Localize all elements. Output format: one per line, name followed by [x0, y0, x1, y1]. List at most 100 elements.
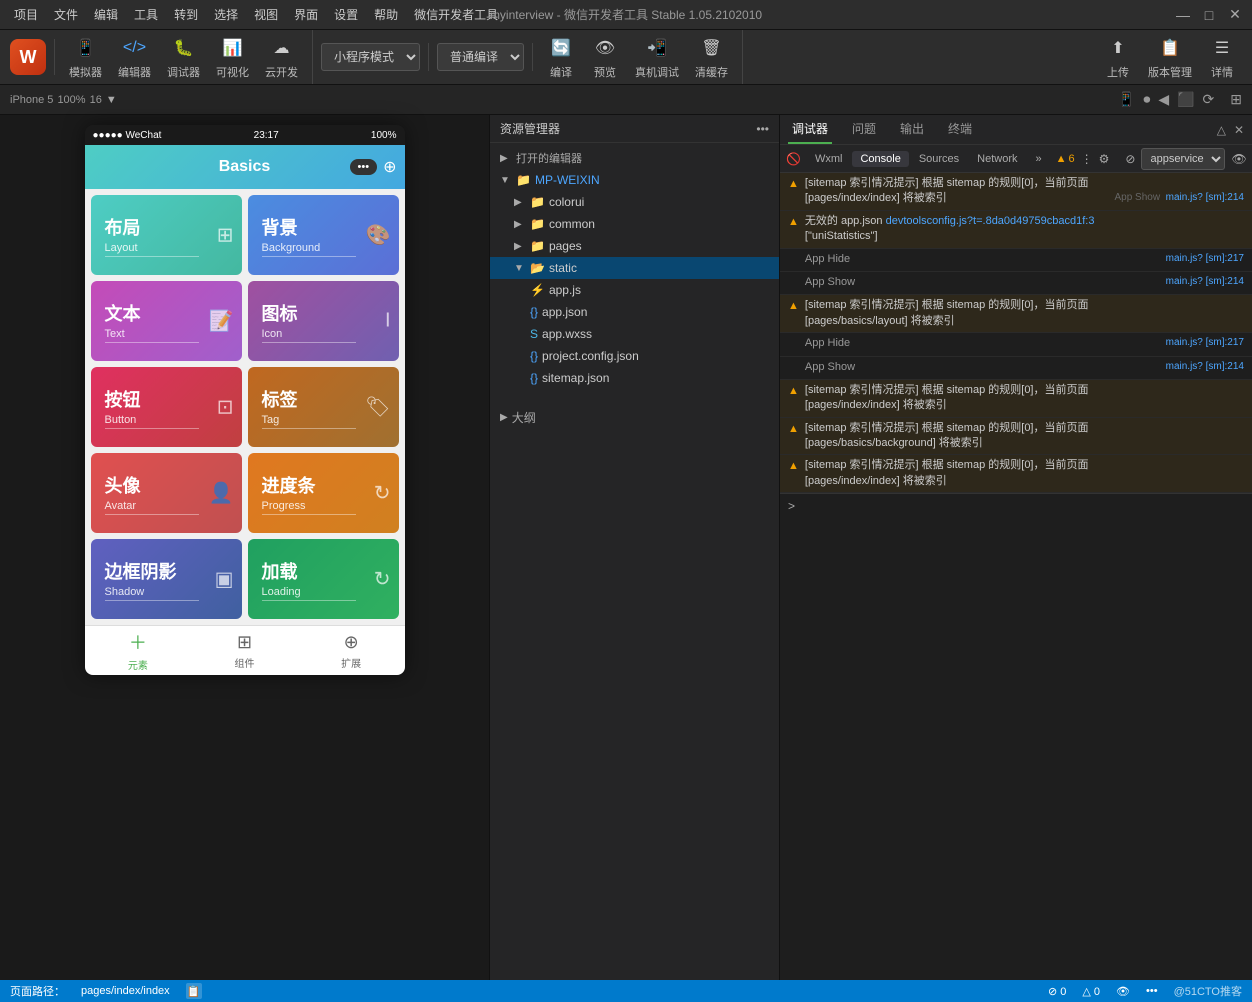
nav-components[interactable]: ⊞ 组件 [234, 632, 254, 670]
phone-icon[interactable]: 📱 [1118, 91, 1135, 108]
settings-console-button[interactable]: ⚙ [1099, 149, 1110, 169]
maximize-button[interactable]: □ [1202, 8, 1216, 22]
menu-tools[interactable]: 工具 [130, 6, 162, 23]
compile-select[interactable]: 普通编译 [437, 43, 524, 71]
filetree-more-icon[interactable]: ••• [756, 122, 769, 136]
menu-help[interactable]: 帮助 [370, 6, 402, 23]
minimize-button[interactable]: — [1176, 8, 1190, 22]
subtab-more[interactable]: » [1028, 151, 1050, 167]
more-status-icon[interactable]: ••• [1146, 985, 1158, 997]
detail-button[interactable]: ☰ 详情 [1202, 30, 1242, 84]
tree-common[interactable]: ▶ 📁 common [490, 213, 779, 235]
card-icon[interactable]: 图标 Icon I [248, 281, 399, 361]
upload-button[interactable]: ⬆ 上传 [1098, 30, 1138, 84]
eye-status-icon[interactable]: 👁 [1116, 985, 1130, 998]
card-shadow[interactable]: 边框阴影 Shadow ▣ [91, 539, 242, 619]
share-icon[interactable]: ⊕ [383, 157, 396, 177]
card-text[interactable]: 文本 Text 📝 [91, 281, 242, 361]
tab-debugger[interactable]: 调试器 [788, 115, 832, 144]
cloud-button[interactable]: ☁ 云开发 [259, 30, 304, 84]
card-loading[interactable]: 加载 Loading ↻ [248, 539, 399, 619]
tree-appjs[interactable]: ▶ ⚡ app.js [490, 279, 779, 301]
close-button[interactable]: ✕ [1228, 8, 1242, 22]
menu-interface[interactable]: 界面 [290, 6, 322, 23]
tree-pages[interactable]: ▶ 📁 pages [490, 235, 779, 257]
tab-problems[interactable]: 问题 [848, 115, 880, 144]
home-icon[interactable]: ⬛ [1177, 91, 1194, 108]
menu-project[interactable]: 项目 [10, 6, 42, 23]
menu-devtools[interactable]: 微信开发者工具 [410, 6, 502, 23]
chevron-down-icon[interactable]: ▼ [106, 94, 117, 106]
remote-debug-button[interactable]: 📲 真机调试 [629, 30, 685, 84]
card-button[interactable]: 按钮 Button ⊡ [91, 367, 242, 447]
clear-console-button[interactable]: 🚫 [786, 149, 801, 169]
card-avatar[interactable]: 头像 Avatar 👤 [91, 453, 242, 533]
tree-sitemapjson[interactable]: ▶ {} sitemap.json [490, 367, 779, 389]
menu-settings[interactable]: 设置 [330, 6, 362, 23]
menu-goto[interactable]: 转到 [170, 6, 202, 23]
preview-button[interactable]: 👁 预览 [585, 30, 625, 84]
card-layout[interactable]: 布局 Layout ⊞ [91, 195, 242, 275]
editor-button[interactable]: </> 编辑器 [112, 30, 157, 84]
titlebar-wincontrols[interactable]: — □ ✕ [1176, 8, 1242, 22]
card-layout-icon: ⊞ [217, 223, 234, 248]
card-text-zh: 文本 [105, 300, 141, 326]
clear-cache-button[interactable]: 🗑 清缓存 [689, 30, 734, 84]
debugger-icon: 🐛 [170, 34, 198, 62]
compile-button[interactable]: 🔄 编译 [541, 30, 581, 84]
subtab-console[interactable]: Console [852, 151, 908, 167]
menu-select[interactable]: 选择 [210, 6, 242, 23]
log-source[interactable]: main.js? [sm]:217 [1166, 336, 1244, 350]
card-icon-en: Icon [262, 328, 357, 343]
warn-icon: ▲ [788, 459, 799, 489]
card-background[interactable]: 背景 Background 🎨 [248, 195, 399, 275]
subtab-network[interactable]: Network [969, 151, 1025, 167]
log-source[interactable]: main.js? [sm]:214 [1166, 275, 1244, 289]
console-input[interactable] [799, 500, 1244, 512]
phone-header: Basics ••• ⊕ [85, 145, 405, 189]
rotate-icon[interactable]: ⟳ [1203, 91, 1215, 108]
record-icon[interactable]: ⏺ [1143, 91, 1150, 108]
menu-edit[interactable]: 编辑 [90, 6, 122, 23]
log-source[interactable]: App Show main.js? [sm]:214 [1114, 191, 1244, 205]
folder-static-icon: 📂 [530, 261, 545, 275]
subtab-wxml[interactable]: Wxml [807, 151, 851, 167]
debugger-button[interactable]: 🐛 调试器 [161, 30, 206, 84]
tree-static[interactable]: ▼ 📂 static [490, 257, 779, 279]
card-tag[interactable]: 标签 Tag 🏷 [248, 367, 399, 447]
more-icon[interactable]: ••• [350, 159, 378, 175]
tree-appjson[interactable]: ▶ {} app.json [490, 301, 779, 323]
devtools-controls[interactable]: △ ✕ [1217, 123, 1244, 137]
tree-appwxss[interactable]: ▶ S app.wxss [490, 323, 779, 345]
nav-extensions[interactable]: ⊕ 扩展 [341, 632, 361, 670]
tree-root[interactable]: ▼ 📁 MP-WEIXIN [490, 169, 779, 191]
layout-icon[interactable]: ⊞ [1230, 91, 1242, 108]
version-button[interactable]: 📋 版本管理 [1142, 30, 1198, 84]
tab-terminal[interactable]: 终端 [944, 115, 976, 144]
close-devtools-icon[interactable]: ✕ [1234, 123, 1244, 137]
back-icon[interactable]: ◀ [1158, 91, 1169, 108]
menu-file[interactable]: 文件 [50, 6, 82, 23]
outline-section[interactable]: ▶ 大纲 [490, 405, 779, 430]
log-source[interactable]: main.js? [sm]:217 [1166, 252, 1244, 266]
context-select[interactable]: appservice [1141, 148, 1225, 170]
simulator-button[interactable]: 📱 模拟器 [63, 30, 108, 84]
expand-icon[interactable]: △ [1217, 123, 1226, 137]
mode-select[interactable]: 小程序模式 [321, 43, 420, 71]
card-progress[interactable]: 进度条 Progress ↻ [248, 453, 399, 533]
visual-button[interactable]: 📊 可视化 [210, 30, 255, 84]
tab-output[interactable]: 输出 [896, 115, 928, 144]
eye-icon[interactable]: 👁 [1231, 149, 1246, 169]
tree-open-editors[interactable]: ▶ 打开的编辑器 [490, 147, 779, 169]
nav-elements[interactable]: ＋ 元素 [128, 629, 148, 672]
titlebar-menus[interactable]: 项目 文件 编辑 工具 转到 选择 视图 界面 设置 帮助 微信开发者工具 [10, 6, 502, 23]
log-source[interactable]: main.js? [sm]:214 [1166, 360, 1244, 374]
menu-view[interactable]: 视图 [250, 6, 282, 23]
log-link[interactable]: devtoolsconfig.js?t=.8da0d49759cbacd1f:3 [886, 215, 1095, 227]
tree-projectconfig[interactable]: ▶ {} project.config.json [490, 345, 779, 367]
path-copy-button[interactable]: 📋 [186, 983, 202, 999]
more-console-button[interactable]: ⋮ [1081, 149, 1093, 169]
tree-colorui[interactable]: ▶ 📁 colorui [490, 191, 779, 213]
subtab-sources[interactable]: Sources [911, 151, 967, 167]
filter-toggle[interactable]: ⊘ [1125, 149, 1135, 169]
